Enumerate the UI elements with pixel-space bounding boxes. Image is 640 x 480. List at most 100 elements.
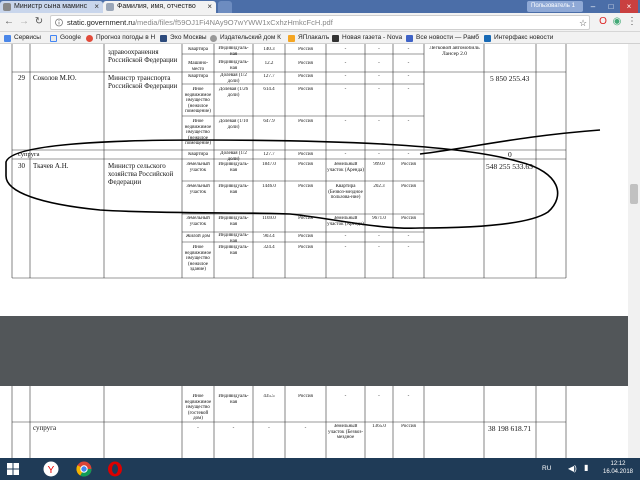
dash: - (268, 426, 270, 431)
tkachev-row-4-use-area: - (378, 234, 380, 239)
address-bar[interactable]: static.government.ru/media/files/f59OJ1F… (50, 15, 590, 30)
top-post-tail: здравоохранения Российской Федерации (108, 48, 178, 64)
pdf-page-1: здравоохранения Российской Федерации Ква… (0, 44, 628, 316)
row-number: 30 (18, 162, 25, 170)
opera-icon[interactable] (106, 460, 124, 478)
spouse-type: Квартира (188, 152, 208, 157)
dash: - (344, 394, 347, 399)
url-path: /media/files/f59OJ1Fi4NAy9O7wYWW1xCxhzHm… (134, 18, 333, 27)
row-number: 29 (18, 74, 25, 82)
close-window-icon[interactable]: × (620, 0, 638, 13)
clock-date: 16.04.2018 (602, 469, 634, 475)
dash: - (304, 426, 307, 431)
echo-moscow-icon (160, 35, 167, 42)
top-row-1-type: Квартира (188, 47, 208, 52)
bookmark-google[interactable]: Google (50, 32, 81, 44)
spouse-area: 127.7 (263, 152, 275, 157)
dash: - (197, 426, 199, 431)
extension-opera-icon[interactable]: O (597, 16, 609, 28)
tkachev-row-4-use-country: - (407, 234, 410, 239)
tkachev-row-2-use-area: 202.3 (373, 184, 385, 189)
spouse-label: супруга (33, 424, 57, 432)
globe-icon (210, 35, 217, 42)
yaplakal-icon (288, 35, 295, 42)
menu-kebab-icon[interactable]: ⋮ (626, 16, 638, 28)
sokolov-row-3-area: 647.9 (263, 119, 275, 124)
tkachev-row-5-ownership: Индивидуаль-ная (218, 245, 249, 256)
windows-start-icon[interactable] (4, 460, 22, 478)
sokolov-row-2-type: Иное недвижимое имущество (нежилое помещ… (184, 87, 212, 114)
bookmark-echo-moscow[interactable]: Эхо Москвы (160, 32, 207, 44)
dash: - (378, 394, 380, 399)
clock-time: 12:12 (610, 461, 626, 467)
reload-icon[interactable]: ↻ (33, 16, 45, 28)
tkachev-row-4-ownership: Индивидуаль-ная (218, 233, 249, 244)
dash: - (378, 74, 380, 79)
tkachev-row-2-use-country: Россия (401, 184, 416, 189)
dash: - (407, 74, 410, 79)
dash: - (407, 119, 410, 124)
dash: - (378, 47, 380, 52)
sokolov-row-2-country: Россия (298, 87, 313, 92)
bookmark-publishing-house[interactable]: Издательский дом К (210, 32, 281, 44)
declaration-table-grid (5, 44, 601, 279)
bookmark-yaplakal[interactable]: ЯПлакалъ (288, 32, 329, 44)
tkachev-row-1-use-area: 999.0 (373, 162, 385, 167)
dash: - (344, 119, 347, 124)
extension-icon[interactable]: ◉ (611, 16, 623, 28)
top-row-1-country: Россия (298, 47, 313, 52)
bookmark-rambler[interactable]: Все новости — Рамб (406, 32, 479, 44)
dash: - (378, 87, 380, 92)
user-profile-badge[interactable]: Пользователь 1 (527, 1, 583, 12)
rambler-icon (406, 35, 413, 42)
pdf-viewer[interactable]: здравоохранения Российской Федерации Ква… (0, 44, 640, 458)
official-post: Министр транспорта Российской Федерации (108, 74, 178, 90)
spouse-income: 0 (508, 150, 512, 159)
declared-income: 548 255 533.63 (486, 162, 533, 171)
new-tab-button[interactable] (218, 1, 232, 13)
tkachev-row-4-use-type: - (344, 234, 347, 239)
bookmark-star-icon[interactable]: ☆ (577, 17, 589, 29)
back-arrow-icon[interactable]: ← (3, 16, 15, 28)
vertical-scrollbar[interactable] (628, 44, 640, 458)
tkachev-row-3-country: Россия (298, 216, 313, 221)
bookmark-services[interactable]: Сервисы (4, 32, 41, 44)
chrome-icon[interactable] (75, 460, 93, 478)
keyboard-language[interactable]: RU (542, 465, 551, 472)
tab-title: Фамилия, имя, отчество (117, 3, 196, 10)
bookmark-weather[interactable]: Прогноз погоды в Н (86, 32, 155, 44)
forward-arrow-icon[interactable]: → (18, 16, 30, 28)
scrollbar-thumb[interactable] (630, 184, 638, 204)
tkachev-row-5-use-country: - (407, 245, 410, 250)
volume-icon[interactable]: ◀) (568, 464, 577, 473)
sokolov-row-1-type: Квартира (188, 74, 208, 79)
page-info-icon[interactable] (55, 18, 63, 27)
spouse-income: 38 198 618.71 (488, 424, 532, 433)
tab-minister-son[interactable]: Министр сына маминс × (0, 1, 103, 13)
tkachev-row-2-country: Россия (298, 184, 313, 189)
tab-pdf-document[interactable]: Фамилия, имя, отчество × (103, 1, 216, 13)
system-clock[interactable]: 12:12 16.04.2018 (598, 460, 638, 476)
tkachev-row-1-ownership: Индивидуаль-ная (218, 162, 249, 173)
p2-spouse-use-type: Земельный участок (Безвоз-мездное (327, 424, 363, 440)
minimize-icon[interactable]: – (584, 0, 602, 13)
page-favicon-icon (3, 3, 11, 11)
top-row-2-type: Машино-место (187, 61, 209, 72)
network-icon[interactable]: ▮ (584, 463, 588, 472)
yandex-browser-icon[interactable]: Y (42, 460, 60, 478)
tkachev-row-1-type: Земельный участок (186, 162, 210, 173)
p2-row-1-area: 435.5 (263, 394, 275, 399)
dash: - (378, 61, 380, 66)
top-row-2-ownership: Индивидуаль-ная (218, 60, 249, 71)
tkachev-row-3-use-type: Земельный участок (Аренда) (327, 216, 364, 227)
bookmark-novaya-gazeta[interactable]: Новая газета - Nova (332, 32, 402, 44)
pdf-page-2: Иное недвижимое имущество (гостевой дом)… (0, 386, 628, 458)
p2-spouse-use-country: Россия (401, 424, 416, 429)
sokolov-row-1-country: Россия (298, 74, 313, 79)
apps-grid-icon (4, 35, 11, 42)
bookmark-interfax[interactable]: Интерфакс новости (484, 32, 553, 44)
close-tab-icon[interactable]: × (94, 1, 99, 13)
close-tab-icon[interactable]: × (207, 1, 212, 13)
dash: - (344, 47, 347, 52)
maximize-icon[interactable]: □ (602, 0, 620, 13)
